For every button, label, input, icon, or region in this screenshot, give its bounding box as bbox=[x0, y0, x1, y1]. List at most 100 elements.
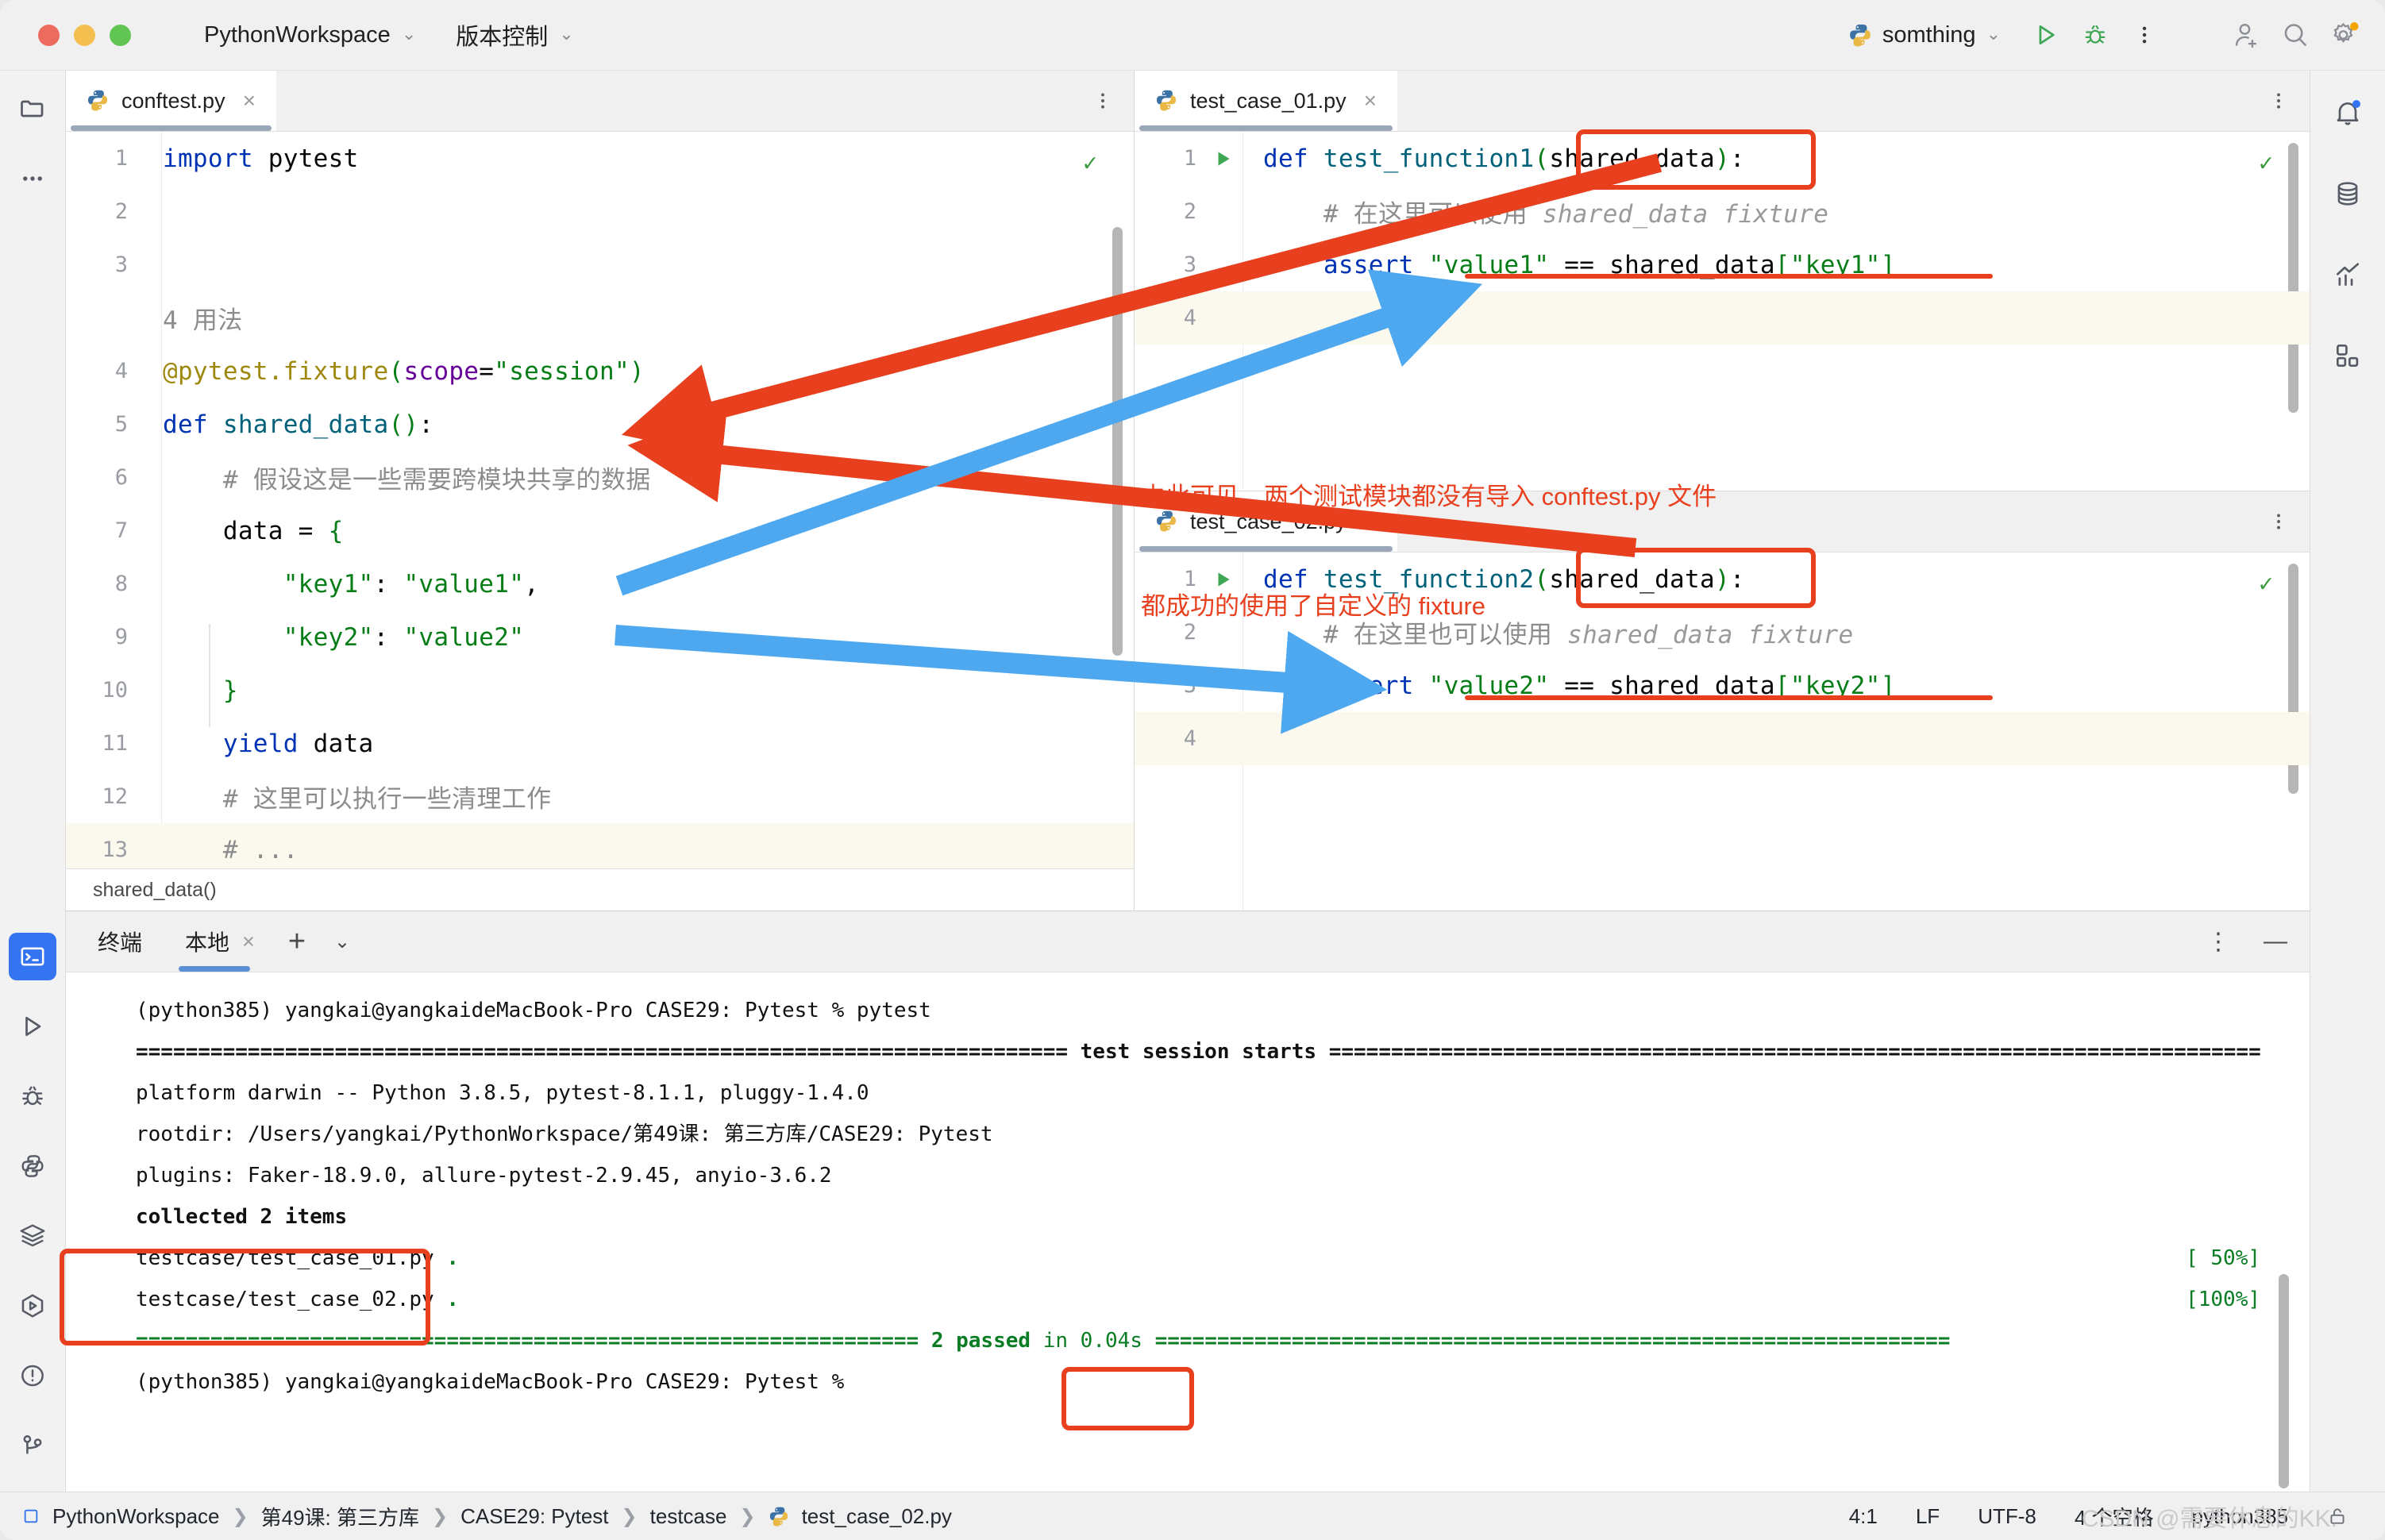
chevron-right-icon: ❯ bbox=[739, 1505, 756, 1527]
code-line[interactable]: 2 # 在这里可以使用 shared_data fixture bbox=[1135, 185, 2310, 238]
tab-test-case-01-py[interactable]: test_case_01.py × bbox=[1135, 71, 1397, 131]
terminal-line: rootdir: /Users/yangkai/PythonWorkspace/… bbox=[136, 1122, 993, 1146]
sidebar-item-python-console[interactable] bbox=[9, 1142, 56, 1190]
sidebar-item-debug[interactable] bbox=[9, 1072, 56, 1120]
line-separator[interactable]: LF bbox=[1916, 1504, 1940, 1529]
line-number: 7 bbox=[114, 518, 128, 543]
terminal-line: testcase/test_case_02.py . [100%] bbox=[136, 1279, 2310, 1320]
close-icon[interactable]: × bbox=[243, 88, 256, 114]
tab-label: test_case_01.py bbox=[1190, 88, 1347, 113]
lock-icon[interactable] bbox=[2326, 1505, 2348, 1527]
settings-button[interactable] bbox=[2320, 10, 2369, 60]
indent-setting[interactable]: 4 个空格 bbox=[2075, 1502, 2154, 1531]
code-line[interactable]: 4 bbox=[1135, 291, 2310, 345]
breadcrumb-item-0[interactable]: PythonWorkspace bbox=[52, 1504, 220, 1529]
breadcrumb-item-3[interactable]: testcase bbox=[650, 1504, 727, 1529]
run-test-gutter-icon[interactable] bbox=[1208, 148, 1239, 169]
code-line[interactable]: 3 assert "value2" == shared_data["key2"] bbox=[1135, 659, 2310, 712]
profiler-chart-icon[interactable] bbox=[2323, 250, 2372, 299]
sidebar-item-terminal[interactable] bbox=[9, 933, 56, 980]
code-editor-test-case-01[interactable]: ✓ 1 def test_function1(shared_data): 2 # 在… bbox=[1135, 132, 2310, 491]
run-test-gutter-icon[interactable] bbox=[1208, 569, 1239, 590]
code-line[interactable]: 12 # 这里可以执行一些清理工作 bbox=[66, 770, 1134, 823]
project-menu[interactable]: PythonWorkspace ⌄ bbox=[204, 22, 416, 48]
caret-position[interactable]: 4:1 bbox=[1849, 1504, 1878, 1529]
code-line[interactable]: 13 # ... bbox=[66, 823, 1134, 868]
more-options-button[interactable] bbox=[2120, 10, 2169, 60]
code-line[interactable]: 1 import pytest bbox=[66, 132, 1134, 185]
window-controls[interactable] bbox=[38, 24, 131, 46]
code-line[interactable]: 2 # 在这里也可以使用 shared_data fixture bbox=[1135, 606, 2310, 659]
code-text: def test_function1(shared_data): bbox=[1263, 144, 1745, 173]
breadcrumb-item-1[interactable]: 第49课: 第三方库 bbox=[261, 1502, 419, 1531]
chevron-down-icon[interactable]: ⌄ bbox=[334, 930, 350, 953]
file-encoding[interactable]: UTF-8 bbox=[1978, 1504, 2036, 1529]
editor-options-right-bottom[interactable] bbox=[2268, 491, 2310, 552]
breadcrumb-item-4[interactable]: test_case_02.py bbox=[802, 1504, 952, 1529]
code-text: data = { bbox=[163, 516, 344, 545]
code-line[interactable]: 3 bbox=[66, 238, 1134, 291]
code-line[interactable]: 2 bbox=[66, 185, 1134, 238]
sidebar-item-problems[interactable] bbox=[9, 1352, 56, 1399]
editor-options-right-top[interactable] bbox=[2268, 71, 2310, 131]
tab-label: conftest.py bbox=[121, 88, 225, 113]
close-icon[interactable]: × bbox=[242, 930, 255, 954]
run-configuration-selector[interactable]: somthing ⌄ bbox=[1848, 22, 2001, 48]
run-button[interactable] bbox=[2021, 10, 2071, 60]
code-line[interactable]: 1 def test_function2(shared_data): bbox=[1135, 552, 2310, 606]
code-text: "key1": "value1", bbox=[283, 569, 540, 599]
notifications-bell-icon[interactable] bbox=[2323, 88, 2372, 137]
code-editor-test-case-02[interactable]: ✓ 1 def test_function2(shared_data): 2 # 在… bbox=[1135, 552, 2310, 911]
tab-test-case-02-py[interactable]: test_case_02.py × bbox=[1135, 491, 1397, 552]
breadcrumb-item-2[interactable]: CASE29: Pytest bbox=[460, 1504, 608, 1529]
sidebar-item-test-runner[interactable] bbox=[9, 1282, 56, 1330]
code-line[interactable]: 10 } bbox=[66, 664, 1134, 717]
editor-tabbar-right-bottom: test_case_02.py × bbox=[1135, 491, 2310, 552]
code-editor-conftest[interactable]: ✓ 1 import pytest 2 3 4 用法 4 @pytest.fixture(s… bbox=[66, 132, 1134, 868]
debug-button[interactable] bbox=[2071, 10, 2120, 60]
code-line[interactable]: 3 assert "value1" == shared_data["key1"] bbox=[1135, 238, 2310, 291]
new-terminal-button[interactable]: + bbox=[288, 925, 306, 959]
editor-options-left[interactable] bbox=[1092, 71, 1134, 131]
terminal-line: (python385) yangkai@yangkaideMacBook-Pro… bbox=[136, 999, 931, 1022]
close-icon[interactable]: × bbox=[1364, 509, 1377, 534]
sidebar-item-more[interactable] bbox=[9, 155, 56, 202]
code-line[interactable]: 8 "key1": "value1", bbox=[66, 557, 1134, 610]
terminal-line: platform darwin -- Python 3.8.5, pytest-… bbox=[136, 1081, 869, 1105]
minimize-window-button[interactable] bbox=[74, 24, 95, 46]
sidebar-item-services[interactable] bbox=[9, 1212, 56, 1260]
code-line[interactable]: 4 用法 bbox=[66, 291, 1134, 345]
database-icon[interactable] bbox=[2323, 169, 2372, 218]
search-button[interactable] bbox=[2271, 10, 2320, 60]
python-interpreter[interactable]: python385 bbox=[2192, 1504, 2288, 1529]
sidebar-item-version-control[interactable] bbox=[9, 1422, 56, 1469]
close-window-button[interactable] bbox=[38, 24, 60, 46]
minimize-icon[interactable]: — bbox=[2264, 928, 2287, 955]
add-user-button[interactable] bbox=[2221, 10, 2271, 60]
terminal-tab-local[interactable]: 本地 × bbox=[179, 911, 261, 972]
terminal-line: testcase/test_case_01.py .[ 50%] bbox=[136, 1238, 2310, 1279]
vcs-menu[interactable]: 版本控制 ⌄ bbox=[456, 18, 573, 52]
sidebar-item-run[interactable] bbox=[9, 1003, 56, 1050]
code-line[interactable]: 4 bbox=[1135, 712, 2310, 765]
line-number: 2 bbox=[114, 199, 128, 224]
terminal-output[interactable]: (python385) yangkai@yangkaideMacBook-Pro… bbox=[66, 972, 2310, 1492]
code-line[interactable]: 9 "key2": "value2" bbox=[66, 610, 1134, 664]
tab-conftest-py[interactable]: conftest.py × bbox=[66, 71, 276, 131]
chevron-right-icon: ❯ bbox=[232, 1505, 249, 1527]
close-icon[interactable]: × bbox=[1364, 88, 1377, 114]
line-number: 9 bbox=[114, 625, 128, 649]
code-line[interactable]: 6 # 假设这是一些需要跨模块共享的数据 bbox=[66, 451, 1134, 504]
code-line[interactable]: 11 yield data bbox=[66, 717, 1134, 770]
plugins-grid-icon[interactable] bbox=[2323, 331, 2372, 380]
right-tool-window-bar bbox=[2310, 71, 2385, 1492]
code-line[interactable]: 1 def test_function1(shared_data): bbox=[1135, 132, 2310, 185]
python-file-icon bbox=[1155, 510, 1179, 533]
code-line[interactable]: 4 @pytest.fixture(scope="session") bbox=[66, 345, 1134, 398]
maximize-window-button[interactable] bbox=[110, 24, 131, 46]
more-vertical-icon[interactable]: ⋮ bbox=[2206, 928, 2230, 956]
code-line[interactable]: 7 data = { bbox=[66, 504, 1134, 557]
code-line[interactable]: 5 def shared_data(): bbox=[66, 398, 1134, 451]
terminal-scrollbar[interactable] bbox=[2279, 1274, 2289, 1488]
sidebar-item-project[interactable] bbox=[9, 85, 56, 133]
